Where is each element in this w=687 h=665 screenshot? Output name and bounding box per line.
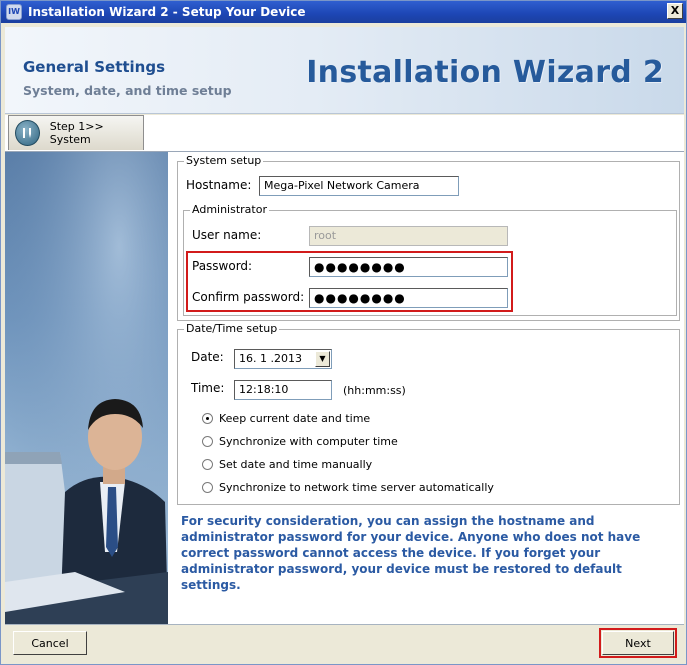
radio-button[interactable] [202,413,213,424]
step-tab-bar: Step 1>> System [5,115,684,152]
close-button[interactable]: X [667,3,683,19]
page-title: General Settings [23,58,166,76]
date-label: Date: [191,350,224,364]
administrator-group: Administrator User name: root Password: … [183,203,677,316]
chevron-down-icon[interactable]: ▼ [315,351,330,367]
username-input: root [309,226,508,246]
radio-label: Set date and time manually [219,458,373,471]
hostname-label: Hostname: [186,178,252,192]
next-button[interactable]: Next [602,631,674,655]
date-value: 16. 1 .2013 [239,352,302,365]
radio-button[interactable] [202,482,213,493]
radio-label: Keep current date and time [219,412,371,425]
datetime-setup-legend: Date/Time setup [184,322,280,335]
radio-keep-current[interactable]: Keep current date and time [202,412,370,425]
radio-set-manually[interactable]: Set date and time manually [202,458,372,471]
businessman-illustration [5,152,168,624]
time-format-hint: (hh:mm:ss) [343,384,406,397]
radio-button[interactable] [202,459,213,470]
settings-panel: System setup Hostname: Mega-Pixel Networ… [168,152,684,624]
step-tab-label: Step 1>> System [49,120,104,146]
password-label: Password: [192,259,253,273]
wizard-header: General Settings System, date, and time … [5,27,684,114]
radio-button[interactable] [202,436,213,447]
wizard-window: IW Installation Wizard 2 - Setup Your De… [0,0,687,665]
security-info-text: For security consideration, you can assi… [181,514,641,592]
radio-sync-ntp[interactable]: Synchronize to network time server autom… [202,481,494,494]
confirm-password-label: Confirm password: [192,290,305,304]
cancel-button[interactable]: Cancel [13,631,87,655]
wrench-screwdriver-icon [15,120,40,146]
administrator-legend: Administrator [190,203,269,216]
username-label: User name: [192,228,262,242]
brand-title: Installation Wizard 2 [306,55,664,90]
datetime-setup-group: Date/Time setup Date: 16. 1 .2013 ▼ Time… [177,322,680,505]
system-setup-legend: System setup [184,154,264,167]
window-title: Installation Wizard 2 - Setup Your Devic… [28,5,306,19]
tab-step-1-system[interactable]: Step 1>> System [8,115,144,150]
button-bar: Cancel Next [5,624,684,663]
confirm-password-input[interactable]: ●●●●●●●● [309,288,508,308]
time-label: Time: [191,381,225,395]
hostname-input[interactable]: Mega-Pixel Network Camera [259,176,459,196]
radio-label: Synchronize to network time server autom… [219,481,494,494]
time-input[interactable]: 12:18:10 [234,380,332,400]
radio-sync-computer[interactable]: Synchronize with computer time [202,435,398,448]
radio-label: Synchronize with computer time [219,435,398,448]
date-picker[interactable]: 16. 1 .2013 ▼ [234,349,332,369]
system-setup-group: System setup Hostname: Mega-Pixel Networ… [177,154,680,321]
title-bar[interactable]: IW Installation Wizard 2 - Setup Your De… [1,1,686,23]
page-subtitle: System, date, and time setup [23,83,232,98]
app-icon: IW [6,4,22,20]
password-input[interactable]: ●●●●●●●● [309,257,508,277]
